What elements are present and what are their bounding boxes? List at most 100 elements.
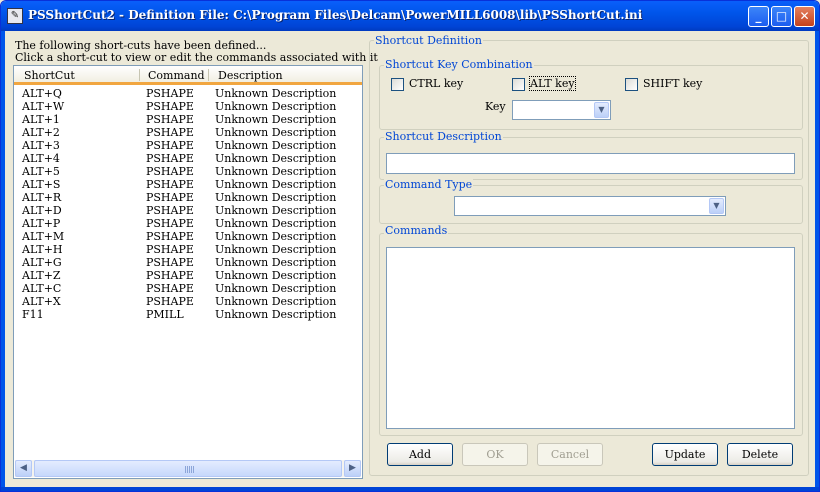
minimize-button[interactable]: _ — [748, 6, 769, 27]
list-item[interactable]: ALT+1 PSHAPE Unknown Description — [14, 113, 362, 126]
maximize-button[interactable]: □ — [771, 6, 792, 27]
list-item[interactable]: ALT+5 PSHAPE Unknown Description — [14, 165, 362, 178]
shortcut-cell: ALT+Q — [22, 87, 62, 100]
ctrl-key-label[interactable]: CTRL key — [409, 77, 463, 90]
shortcut-cell: ALT+X — [22, 295, 61, 308]
list-header: ShortCut Command Description — [14, 66, 362, 85]
shortcut-cell: ALT+2 — [22, 126, 60, 139]
column-header-command[interactable]: Command — [148, 69, 205, 82]
key-combination-group — [379, 65, 803, 130]
list-item[interactable]: ALT+P PSHAPE Unknown Description — [14, 217, 362, 230]
list-rows: ALT+Q PSHAPE Unknown Description ALT+W PSHAP… — [14, 87, 362, 321]
shortcut-cell: ALT+D — [22, 204, 62, 217]
shift-key-label[interactable]: SHIFT key — [643, 77, 702, 90]
command-type-select[interactable]: ▼ — [454, 196, 726, 216]
column-separator[interactable] — [208, 69, 209, 81]
commands-label: Commands — [384, 224, 449, 237]
command-cell: PMILL — [146, 308, 184, 321]
list-item[interactable]: ALT+X PSHAPE Unknown Description — [14, 295, 362, 308]
shortcut-cell: ALT+H — [22, 243, 63, 256]
shortcut-description-input[interactable] — [386, 153, 795, 174]
list-item[interactable]: ALT+2 PSHAPE Unknown Description — [14, 126, 362, 139]
description-cell: Unknown Description — [215, 295, 337, 308]
description-cell: Unknown Description — [215, 243, 337, 256]
horizontal-scrollbar[interactable]: ◀ ▶ — [15, 460, 361, 477]
description-cell: Unknown Description — [215, 217, 337, 230]
shortcut-cell: F11 — [22, 308, 44, 321]
shortcut-cell: ALT+4 — [22, 152, 60, 165]
list-item[interactable]: ALT+4 PSHAPE Unknown Description — [14, 152, 362, 165]
description-cell: Unknown Description — [215, 165, 337, 178]
command-cell: PSHAPE — [146, 139, 194, 152]
shortcut-cell: ALT+R — [22, 191, 62, 204]
list-item[interactable]: F11 PMILL Unknown Description — [14, 308, 362, 321]
shortcut-cell: ALT+5 — [22, 165, 60, 178]
description-cell: Unknown Description — [215, 178, 337, 191]
scroll-left-button[interactable]: ◀ — [15, 460, 32, 477]
update-button[interactable]: Update — [652, 443, 718, 466]
list-item[interactable]: ALT+C PSHAPE Unknown Description — [14, 282, 362, 295]
close-button[interactable]: ✕ — [794, 6, 815, 27]
list-item[interactable]: ALT+Z PSHAPE Unknown Description — [14, 269, 362, 282]
command-cell: PSHAPE — [146, 165, 194, 178]
key-label: Key — [485, 100, 506, 113]
description-cell: Unknown Description — [215, 152, 337, 165]
shortcut-cell: ALT+G — [22, 256, 62, 269]
alt-key-checkbox[interactable] — [512, 78, 525, 91]
chevron-down-icon[interactable]: ▼ — [709, 198, 724, 214]
shortcut-cell: ALT+M — [22, 230, 65, 243]
list-item[interactable]: ALT+R PSHAPE Unknown Description — [14, 191, 362, 204]
command-cell: PSHAPE — [146, 178, 194, 191]
key-combination-label: Shortcut Key Combination — [384, 58, 534, 71]
scroll-right-button[interactable]: ▶ — [344, 460, 361, 477]
command-cell: PSHAPE — [146, 87, 194, 100]
command-cell: PSHAPE — [146, 269, 194, 282]
command-type-label: Command Type — [384, 178, 474, 191]
list-item[interactable]: ALT+S PSHAPE Unknown Description — [14, 178, 362, 191]
list-item[interactable]: ALT+G PSHAPE Unknown Description — [14, 256, 362, 269]
title-bar[interactable]: ✎ PSShortCut2 - Definition File: C:\Prog… — [1, 1, 819, 31]
column-header-shortcut[interactable]: ShortCut — [24, 69, 75, 82]
window-frame-bottom — [1, 487, 819, 491]
shortcut-cell: ALT+P — [22, 217, 61, 230]
scroll-grip — [185, 466, 194, 473]
shortcut-list[interactable]: ShortCut Command Description ALT+Q PSHAPE… — [13, 65, 363, 479]
ctrl-key-checkbox[interactable] — [391, 78, 404, 91]
column-separator[interactable] — [139, 69, 140, 81]
description-cell: Unknown Description — [215, 269, 337, 282]
command-cell: PSHAPE — [146, 152, 194, 165]
command-cell: PSHAPE — [146, 113, 194, 126]
ok-button[interactable]: OK — [462, 443, 528, 466]
commands-textarea[interactable] — [386, 247, 795, 429]
column-header-description[interactable]: Description — [218, 69, 283, 82]
window-frame-left — [1, 31, 5, 491]
main-window: ✎ PSShortCut2 - Definition File: C:\Prog… — [0, 0, 820, 492]
alt-key-label[interactable]: ALT key — [529, 76, 576, 91]
description-cell: Unknown Description — [215, 126, 337, 139]
description-cell: Unknown Description — [215, 87, 337, 100]
command-cell: PSHAPE — [146, 256, 194, 269]
add-button[interactable]: Add — [387, 443, 453, 466]
description-cell: Unknown Description — [215, 113, 337, 126]
shift-key-checkbox[interactable] — [625, 78, 638, 91]
cancel-button[interactable]: Cancel — [537, 443, 603, 466]
description-cell: Unknown Description — [215, 100, 337, 113]
list-item[interactable]: ALT+H PSHAPE Unknown Description — [14, 243, 362, 256]
window-title: PSShortCut2 - Definition File: C:\Progra… — [28, 8, 643, 22]
description-cell: Unknown Description — [215, 282, 337, 295]
command-cell: PSHAPE — [146, 191, 194, 204]
delete-button[interactable]: Delete — [727, 443, 793, 466]
list-item[interactable]: ALT+W PSHAPE Unknown Description — [14, 100, 362, 113]
list-item[interactable]: ALT+D PSHAPE Unknown Description — [14, 204, 362, 217]
list-item[interactable]: ALT+Q PSHAPE Unknown Description — [14, 87, 362, 100]
window-frame-right — [815, 31, 819, 491]
description-cell: Unknown Description — [215, 139, 337, 152]
command-cell: PSHAPE — [146, 204, 194, 217]
shortcut-definition-label: Shortcut Definition — [374, 34, 483, 47]
list-item[interactable]: ALT+M PSHAPE Unknown Description — [14, 230, 362, 243]
chevron-down-icon[interactable]: ▼ — [594, 102, 609, 118]
command-cell: PSHAPE — [146, 100, 194, 113]
list-item[interactable]: ALT+3 PSHAPE Unknown Description — [14, 139, 362, 152]
scroll-thumb[interactable] — [34, 460, 342, 477]
key-select[interactable]: ▼ — [512, 100, 611, 120]
